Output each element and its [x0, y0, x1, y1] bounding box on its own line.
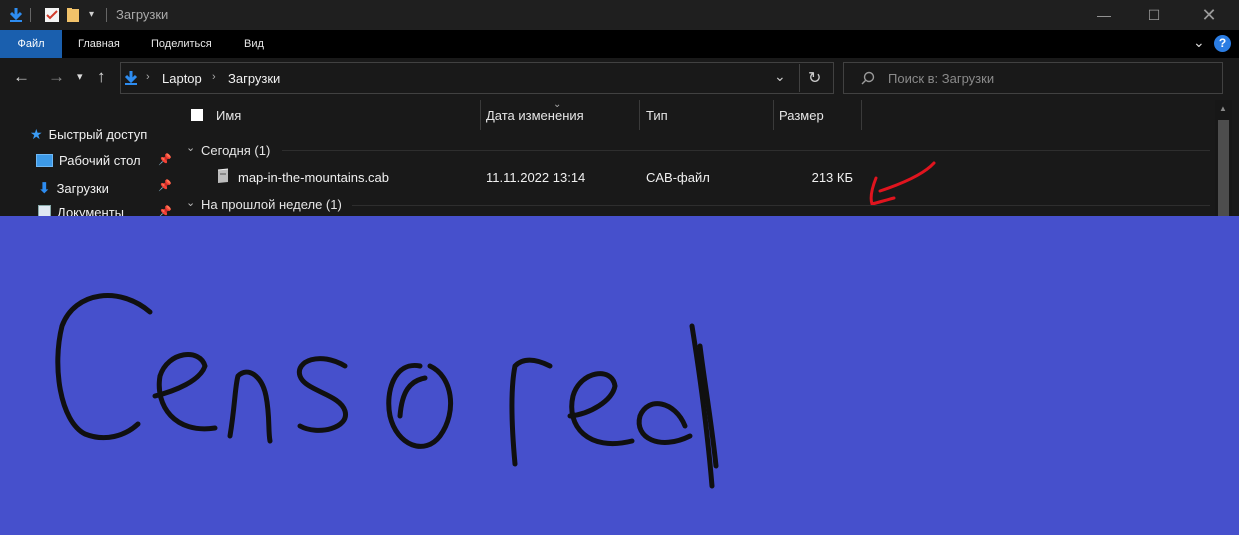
window-title: Загрузки	[116, 7, 169, 22]
title-bar: ▾ Загрузки — ☐ ✕	[0, 0, 1239, 30]
column-header-size[interactable]: Размер	[779, 108, 824, 123]
nav-item-desktop[interactable]: Рабочий стол	[36, 153, 141, 168]
navigation-pane: ★ Быстрый доступ Рабочий стол 📌 ⬇ Загруз…	[0, 100, 176, 220]
separator	[30, 8, 31, 22]
censor-overlay	[0, 216, 1239, 535]
column-divider[interactable]	[480, 100, 481, 130]
select-all-checkbox[interactable]	[191, 109, 203, 121]
scrollbar-thumb[interactable]	[1218, 120, 1229, 216]
file-date: 11.11.2022 13:14	[486, 170, 586, 185]
forward-icon[interactable]: →	[48, 67, 65, 87]
scroll-up-icon[interactable]: ▲	[1219, 104, 1227, 113]
pin-icon: 📌	[158, 180, 172, 192]
vertical-scrollbar[interactable]: ▲	[1215, 100, 1232, 216]
tab-file[interactable]: Файл	[0, 30, 62, 58]
nav-item-label: Загрузки	[56, 180, 109, 196]
tab-view[interactable]: Вид	[244, 30, 264, 58]
recent-locations-icon[interactable]: ▾	[77, 70, 83, 83]
file-type: CAB-файл	[646, 170, 710, 185]
ribbon-tabs: Файл Главная Поделиться Вид ⌄ ?	[0, 30, 1239, 58]
breadcrumb-laptop[interactable]: Laptop	[162, 71, 202, 86]
expand-ribbon-icon[interactable]: ⌄	[1193, 34, 1205, 51]
column-divider[interactable]	[773, 100, 774, 130]
address-dropdown-icon[interactable]: ⌄	[774, 68, 786, 85]
collapse-group-icon[interactable]: ⌄	[186, 196, 195, 209]
censored-handwriting	[55, 293, 719, 489]
file-name[interactable]: map-in-the-mountains.cab	[238, 170, 389, 185]
breadcrumb-chevron-icon[interactable]: ›	[146, 71, 150, 83]
maximize-icon[interactable]: ☐	[1131, 0, 1177, 30]
desktop-icon	[36, 154, 53, 167]
help-icon[interactable]: ?	[1214, 35, 1231, 52]
refresh-icon[interactable]: ↻	[808, 68, 821, 88]
breadcrumb-chevron-icon[interactable]: ›	[212, 71, 216, 83]
back-icon[interactable]: ←	[13, 67, 30, 87]
column-header-type[interactable]: Тип	[646, 108, 668, 123]
group-header-last-week[interactable]: На прошлой неделе (1)	[201, 197, 342, 212]
star-icon: ★	[30, 126, 43, 142]
group-header-today[interactable]: Сегодня (1)	[201, 143, 270, 158]
close-icon[interactable]: ✕	[1186, 0, 1232, 30]
breadcrumb-downloads[interactable]: Загрузки	[228, 71, 280, 86]
tab-share[interactable]: Поделиться	[151, 30, 212, 58]
download-folder-icon	[124, 71, 138, 85]
separator	[799, 64, 800, 92]
nav-item-label: Быстрый доступ	[48, 127, 148, 142]
download-icon: ⬇	[38, 180, 51, 197]
minimize-icon[interactable]: —	[1081, 0, 1127, 30]
nav-item-downloads[interactable]: ⬇ Загрузки	[36, 179, 109, 197]
nav-item-quick-access[interactable]: ★ Быстрый доступ	[30, 126, 147, 143]
column-divider[interactable]	[639, 100, 640, 130]
nav-item-label: Рабочий стол	[59, 153, 141, 168]
search-placeholder: Поиск в: Загрузки	[888, 71, 995, 86]
column-header-date[interactable]: Дата изменения	[486, 108, 584, 123]
properties-icon[interactable]	[44, 7, 60, 23]
separator	[106, 8, 107, 22]
pin-icon: 📌	[158, 154, 172, 166]
download-folder-icon[interactable]	[8, 7, 24, 23]
file-size: 213 КБ	[811, 170, 853, 185]
customize-quick-access-icon[interactable]: ▾	[89, 9, 94, 20]
new-folder-icon[interactable]	[66, 7, 80, 23]
up-icon[interactable]: ↑	[97, 67, 106, 87]
annotation-arrow-icon	[869, 161, 936, 206]
group-divider	[352, 205, 1210, 206]
column-divider[interactable]	[861, 100, 862, 130]
group-divider	[282, 150, 1210, 151]
tab-home[interactable]: Главная	[78, 30, 120, 58]
cab-file-icon	[217, 168, 229, 183]
column-header-name[interactable]: Имя	[216, 108, 241, 123]
collapse-group-icon[interactable]: ⌄	[186, 141, 195, 154]
search-icon	[861, 71, 875, 85]
